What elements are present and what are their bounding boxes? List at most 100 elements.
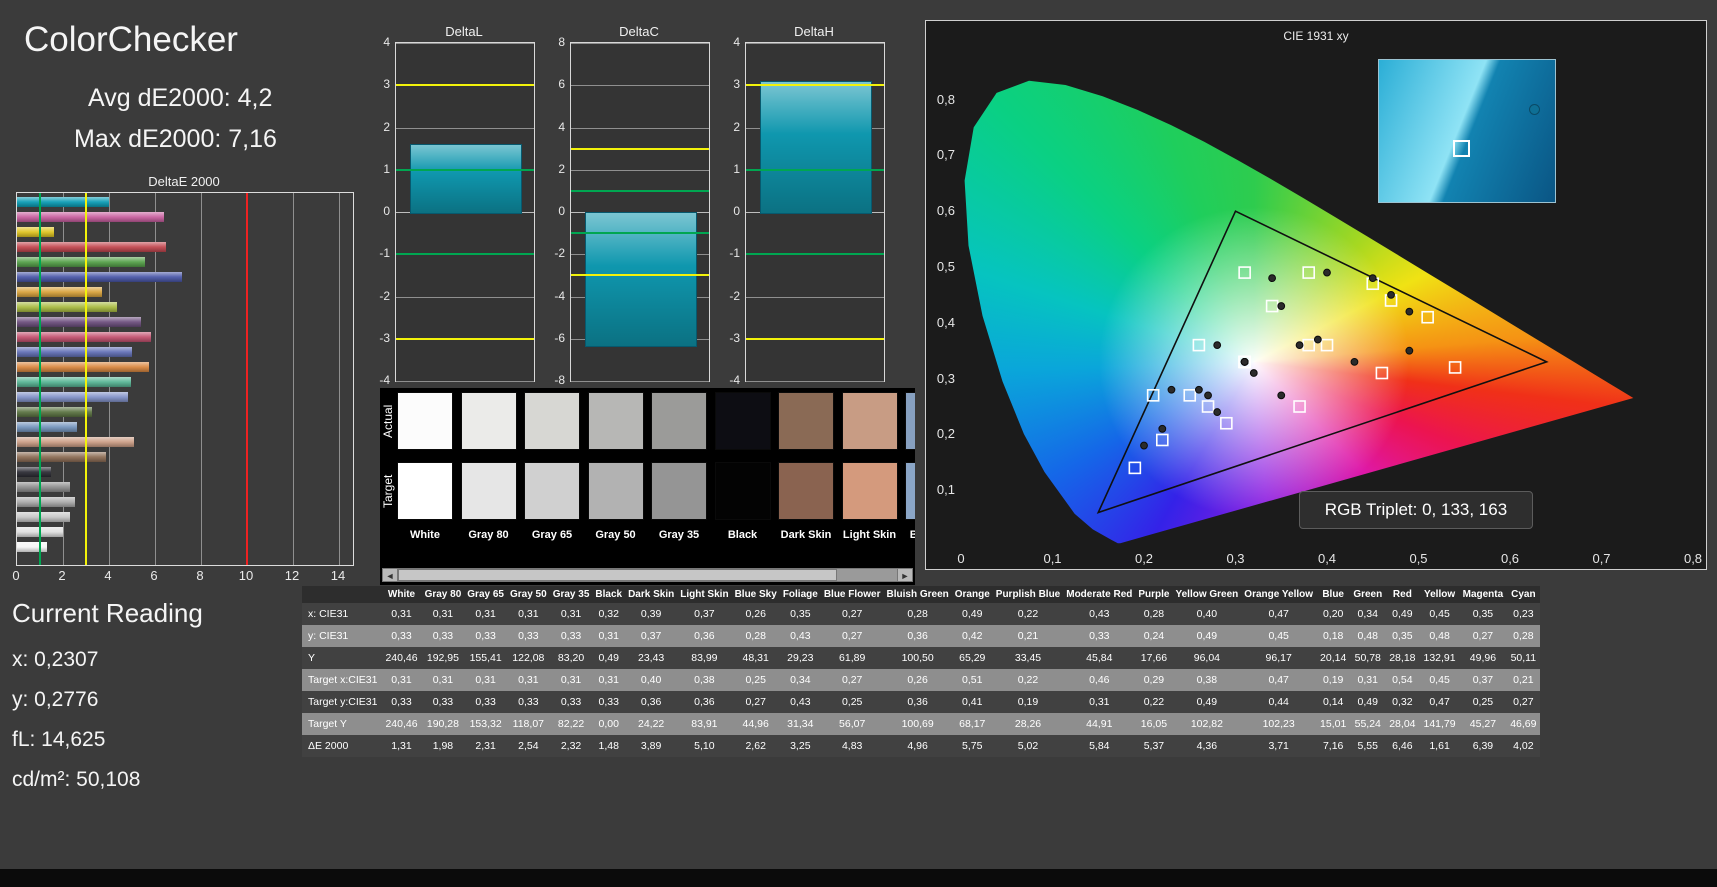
swatch-target-gray-80[interactable] bbox=[460, 462, 517, 520]
cell: 0,19 bbox=[1316, 669, 1351, 691]
cell: 0,25 bbox=[820, 691, 884, 713]
cell: 0,36 bbox=[883, 625, 952, 647]
swatch-target-black[interactable] bbox=[714, 462, 771, 520]
cell: 0,23 bbox=[1506, 603, 1541, 625]
deltah-y-axis: 4 3 2 1 0 -1 -2 -3 -4 bbox=[723, 35, 742, 387]
tick-label: -4 bbox=[554, 288, 565, 303]
tick-label: 4 bbox=[733, 35, 740, 49]
swatch-target-light-skin[interactable] bbox=[841, 462, 898, 520]
cell: 44,96 bbox=[731, 713, 780, 735]
deltae-bar-light-skin bbox=[17, 437, 135, 447]
column-header: Light Skin bbox=[677, 586, 732, 603]
swatch-target-white[interactable] bbox=[397, 462, 453, 520]
cell: 4,36 bbox=[1172, 735, 1242, 757]
cell: 0,20 bbox=[1316, 603, 1351, 625]
column-header: Red bbox=[1385, 586, 1420, 603]
cell: 0,27 bbox=[1506, 691, 1541, 713]
column-header: Magenta bbox=[1459, 586, 1507, 603]
reading-x: x: 0,2307 bbox=[12, 648, 99, 671]
cell: 0,31 bbox=[421, 669, 465, 691]
cell: 0,40 bbox=[625, 669, 678, 691]
cell: 0,39 bbox=[625, 603, 678, 625]
cell: 0,28 bbox=[883, 603, 952, 625]
swatch-target-gray-65[interactable] bbox=[524, 462, 580, 520]
cell: 3,25 bbox=[779, 735, 821, 757]
cell: 0,33 bbox=[549, 691, 593, 713]
scroll-left-arrow[interactable]: ◄ bbox=[382, 568, 398, 582]
cell: 5,75 bbox=[951, 735, 993, 757]
deltae-bar-blue-flower bbox=[17, 392, 129, 402]
reference-line bbox=[396, 168, 534, 171]
tick-label: 0,4 bbox=[1317, 551, 1337, 566]
cell: 0,51 bbox=[951, 669, 993, 691]
swatch-actual-gray-80[interactable] bbox=[460, 392, 517, 450]
cell: 0,32 bbox=[592, 603, 626, 625]
deltac-plot bbox=[570, 42, 710, 382]
column-header: Orange Yellow bbox=[1241, 586, 1317, 603]
swatch-actual-black[interactable] bbox=[714, 392, 771, 450]
reference-line bbox=[571, 189, 709, 192]
tick-label: -8 bbox=[554, 373, 565, 387]
scroll-right-arrow[interactable]: ► bbox=[897, 568, 913, 582]
swatch-actual-dark-skin[interactable] bbox=[778, 392, 834, 450]
reading-cdm2: cd/m²: 50,108 bbox=[12, 768, 141, 791]
cell: 2,54 bbox=[506, 735, 550, 757]
swatch-target-blue-sky[interactable] bbox=[905, 462, 915, 520]
swatch-actual-blue-sky[interactable] bbox=[905, 392, 915, 450]
scroll-track[interactable] bbox=[398, 568, 897, 582]
swatch-label: Light Skin bbox=[842, 529, 897, 541]
swatch-scrollbar[interactable]: ◄ ► bbox=[382, 568, 913, 582]
cell: 0,35 bbox=[1459, 603, 1507, 625]
table-row: Y 240,46 192,95 155,41 122,08 83,20 0,49 23,43 8… bbox=[302, 647, 1541, 669]
column-header: Orange bbox=[951, 586, 993, 603]
row-label: Target y:CIE31 bbox=[302, 691, 382, 713]
gridline bbox=[396, 127, 534, 129]
deltae-bar-bluish-green bbox=[17, 377, 132, 387]
deltae-bar-black bbox=[17, 467, 52, 477]
cell: 82,22 bbox=[549, 713, 593, 735]
cell: 0,34 bbox=[779, 669, 821, 691]
swatch-target-gray-35[interactable] bbox=[651, 462, 707, 520]
cell: 0,36 bbox=[883, 691, 952, 713]
table-row: Target y:CIE31 0,33 0,33 0,33 0,33 0,33 0,33 0,… bbox=[302, 691, 1541, 713]
row-label: Target Y bbox=[302, 713, 382, 735]
cell: 0,49 bbox=[1385, 603, 1420, 625]
gridline bbox=[746, 43, 884, 44]
cell: 0,31 bbox=[592, 669, 626, 691]
reference-line bbox=[746, 253, 884, 256]
cell: 0,31 bbox=[464, 669, 507, 691]
cell: 102,82 bbox=[1172, 713, 1242, 735]
swatch-actual-gray-35[interactable] bbox=[651, 392, 707, 450]
cell: 45,27 bbox=[1459, 713, 1507, 735]
swatch-target-gray-50[interactable] bbox=[587, 462, 644, 520]
cell: 0,41 bbox=[951, 691, 993, 713]
cell: 44,91 bbox=[1063, 713, 1136, 735]
cell: 50,78 bbox=[1350, 647, 1386, 669]
cell: 155,41 bbox=[464, 647, 507, 669]
column-header: Yellow Green bbox=[1172, 586, 1242, 603]
tick-label: 4 bbox=[383, 35, 390, 49]
swatch-actual-light-skin[interactable] bbox=[841, 392, 898, 450]
swatch-actual-gray-50[interactable] bbox=[587, 392, 644, 450]
column-header: Gray 35 bbox=[549, 586, 593, 603]
tick-label: -2 bbox=[554, 246, 565, 261]
reference-line bbox=[396, 84, 534, 87]
cell: 5,10 bbox=[677, 735, 732, 757]
swatch-target-dark-skin[interactable] bbox=[778, 462, 834, 520]
deltae-bar-white bbox=[17, 542, 48, 552]
swatch-label: Blue Sky bbox=[909, 529, 915, 541]
swatch-actual-gray-65[interactable] bbox=[524, 392, 580, 450]
cell: 0,31 bbox=[381, 669, 422, 691]
cell: 0,31 bbox=[506, 669, 550, 691]
cell: 0,27 bbox=[731, 691, 780, 713]
cell: 4,83 bbox=[820, 735, 884, 757]
column-header: Bluish Green bbox=[883, 586, 952, 603]
gridline bbox=[571, 43, 709, 44]
tick-label: 0 bbox=[383, 204, 390, 218]
tick-label: 14 bbox=[330, 568, 346, 583]
cell: 0,33 bbox=[381, 691, 422, 713]
tick-label: -4 bbox=[379, 373, 390, 387]
swatch-actual-white[interactable] bbox=[397, 392, 453, 450]
column-header: Gray 80 bbox=[421, 586, 465, 603]
scroll-thumb[interactable] bbox=[398, 569, 838, 581]
